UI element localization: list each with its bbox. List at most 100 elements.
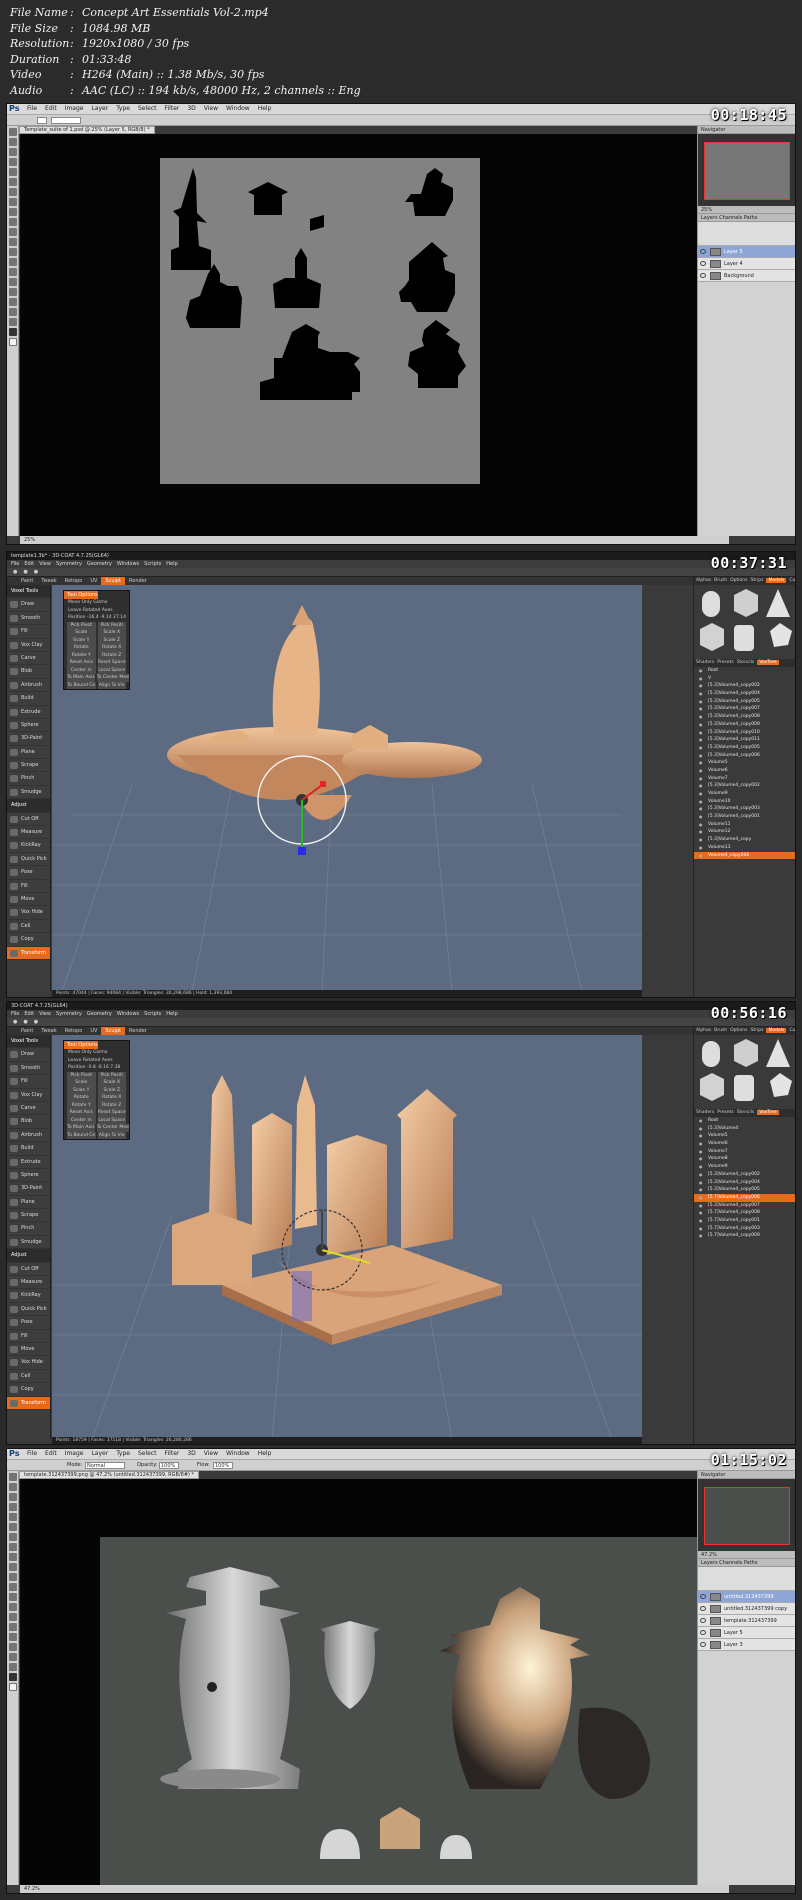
menu-item-file[interactable]: File (11, 561, 19, 567)
menu-item-select[interactable]: Select (138, 1450, 157, 1457)
room-tab-render[interactable]: Render (125, 1027, 151, 1035)
tool-button-scale-z[interactable]: Scale Z (97, 636, 126, 644)
tool-plane[interactable]: Plane (7, 746, 50, 760)
foreground-color-swatch[interactable] (8, 1673, 17, 1681)
voxtree-item[interactable]: Volume7 (694, 1148, 795, 1156)
tool-button-reset-space[interactable]: Reset Space (97, 1109, 126, 1117)
tool-button-scale-y[interactable]: Scale Y (67, 1086, 96, 1094)
tool-airbrush[interactable]: Airbrush (7, 679, 50, 693)
voxtree-item[interactable]: [5.7]Volume4_copy009 (694, 1232, 795, 1240)
right-tab-curves[interactable]: Curves (789, 1028, 795, 1033)
voxtree-tab-presets[interactable]: Presets (717, 1110, 733, 1115)
voxtree-item[interactable]: [5.3]Volume4_copy005 (694, 698, 795, 706)
right-tab-brush[interactable]: Brush (714, 578, 727, 583)
tool-build[interactable]: Build (7, 1142, 50, 1156)
shape-tool-icon[interactable] (8, 1643, 17, 1651)
tool-pinch[interactable]: Pinch (7, 772, 50, 786)
navigator-thumbnail[interactable] (698, 1479, 795, 1551)
tool-blob[interactable]: Blob (7, 1115, 50, 1129)
voxtree-item[interactable]: Volume6 (694, 767, 795, 775)
smooth-icon[interactable]: ● (34, 569, 38, 575)
voxtree-item[interactable]: [5.3]Volume4_copy009 (694, 721, 795, 729)
menu-item-help[interactable]: Help (258, 1450, 272, 1457)
menu-item-windows[interactable]: Windows (117, 1011, 139, 1017)
dodge-tool-icon[interactable] (8, 258, 17, 266)
tool-copy[interactable]: Copy (7, 933, 50, 947)
voxtree-item[interactable]: Volume12 (694, 828, 795, 836)
tool-smudge[interactable]: Smudge (7, 1236, 50, 1250)
tool-button-rotate[interactable]: Rotate (67, 1094, 96, 1102)
menu-item-symmetry[interactable]: Symmetry (56, 561, 82, 567)
menu-item-layer[interactable]: Layer (91, 1450, 108, 1457)
tool-extrude[interactable]: Extrude (7, 706, 50, 719)
background-color-swatch[interactable] (8, 338, 17, 346)
menu-item-image[interactable]: Image (65, 105, 84, 112)
voxtree-item[interactable]: Root (694, 667, 795, 675)
tool-option-row[interactable]: Move Only Gizmo (64, 1049, 129, 1057)
tool-measure[interactable]: Measure (7, 826, 50, 840)
menu-item-view[interactable]: View (204, 1450, 218, 1457)
voxtree-item[interactable]: Root (694, 1117, 795, 1125)
right-tab-brush[interactable]: Brush (714, 1028, 727, 1033)
tool-carve[interactable]: Carve (7, 652, 50, 666)
voxtree-item[interactable]: [5.3]Volume4_copy005 (694, 1186, 795, 1194)
depth-icon[interactable]: ● (23, 569, 27, 575)
eyedropper-tool-icon[interactable] (8, 1523, 17, 1531)
radius-icon[interactable]: ● (13, 1019, 17, 1025)
tool-option-row[interactable]: Leave Rotated Axes (64, 1057, 129, 1065)
tool-scrape[interactable]: Scrape (7, 759, 50, 773)
history-brush-tool-icon[interactable] (8, 218, 17, 226)
menu-item-type[interactable]: Type (116, 1450, 130, 1457)
menu-item-edit[interactable]: Edit (24, 1011, 34, 1017)
menu-item-view[interactable]: View (39, 1011, 51, 1017)
tool-button-to-center-mesh[interactable]: To Center Mesh (96, 1124, 129, 1132)
pen-tool-icon[interactable] (8, 268, 17, 276)
voxtree-item[interactable]: V (694, 675, 795, 683)
stamp-tool-icon[interactable] (8, 208, 17, 216)
menu-item-help[interactable]: Help (166, 1011, 177, 1017)
tool-quick-pick[interactable]: Quick Pick (7, 853, 50, 867)
tool-smooth[interactable]: Smooth (7, 1062, 50, 1076)
room-tab-sculpt[interactable]: Sculpt (101, 577, 126, 585)
menu-item-view[interactable]: View (204, 105, 218, 112)
document-canvas[interactable] (20, 1479, 698, 1885)
tool-button-reset-axis[interactable]: Reset Axis (67, 1109, 96, 1117)
gradient-tool-icon[interactable] (8, 238, 17, 246)
eye-icon[interactable] (700, 249, 706, 254)
marquee-tool-icon[interactable] (8, 138, 17, 146)
menu-item-help[interactable]: Help (166, 561, 177, 567)
voxtree-item[interactable]: Volume11 (694, 821, 795, 829)
tool-copy[interactable]: Copy (7, 1383, 50, 1397)
voxtree-item[interactable]: Volume5 (694, 759, 795, 767)
menu-item-geometry[interactable]: Geometry (87, 561, 112, 567)
tool-button-to-main-axis[interactable]: To Main Axis (67, 1124, 95, 1132)
voxtree-item[interactable]: Volume8 (694, 1155, 795, 1163)
room-tab-paint[interactable]: Paint (17, 577, 37, 585)
quick-select-tool-icon[interactable] (8, 1503, 17, 1511)
voxtree-tab-voxtree[interactable]: VoxTree (757, 660, 779, 665)
blur-tool-icon[interactable] (8, 248, 17, 256)
radius-icon[interactable]: ● (13, 569, 17, 575)
tool-button-center-in[interactable]: Center in (67, 666, 96, 674)
hand-tool-icon[interactable] (8, 1653, 17, 1661)
tool-option-row[interactable]: Move Only Gizmo (64, 599, 129, 607)
tool-button-scale-x[interactable]: Scale X (97, 629, 126, 637)
room-tab-sculpt[interactable]: Sculpt (101, 1027, 126, 1035)
tool-pose[interactable]: Pose (7, 866, 50, 880)
voxtree-item[interactable]: [5.3]Volume4_copy002 (694, 682, 795, 690)
tool-button-rotate-z[interactable]: Rotate Z (97, 1101, 126, 1109)
move-tool-icon[interactable] (8, 1473, 17, 1481)
tool-plane[interactable]: Plane (7, 1196, 50, 1210)
path-select-tool-icon[interactable] (8, 1633, 17, 1641)
healing-tool-icon[interactable] (8, 188, 17, 196)
voxtree-item[interactable]: Volume7 (694, 775, 795, 783)
tool-transform[interactable]: Transform (7, 1396, 50, 1410)
document-tab[interactable]: template.312437399.png @ 47.2% (untitled… (19, 1471, 200, 1479)
tool-button-local-space[interactable]: Local Space (97, 1116, 126, 1124)
menu-item-scripts[interactable]: Scripts (144, 1011, 161, 1017)
voxtree-item[interactable]: [5.3]Volume4_copy005 (694, 744, 795, 752)
layer-row[interactable]: untitled.312437399 copy (698, 1603, 795, 1615)
marquee-tool-icon[interactable] (8, 1483, 17, 1491)
tool-carve[interactable]: Carve (7, 1102, 50, 1116)
tool-fill[interactable]: Fill (7, 880, 50, 893)
